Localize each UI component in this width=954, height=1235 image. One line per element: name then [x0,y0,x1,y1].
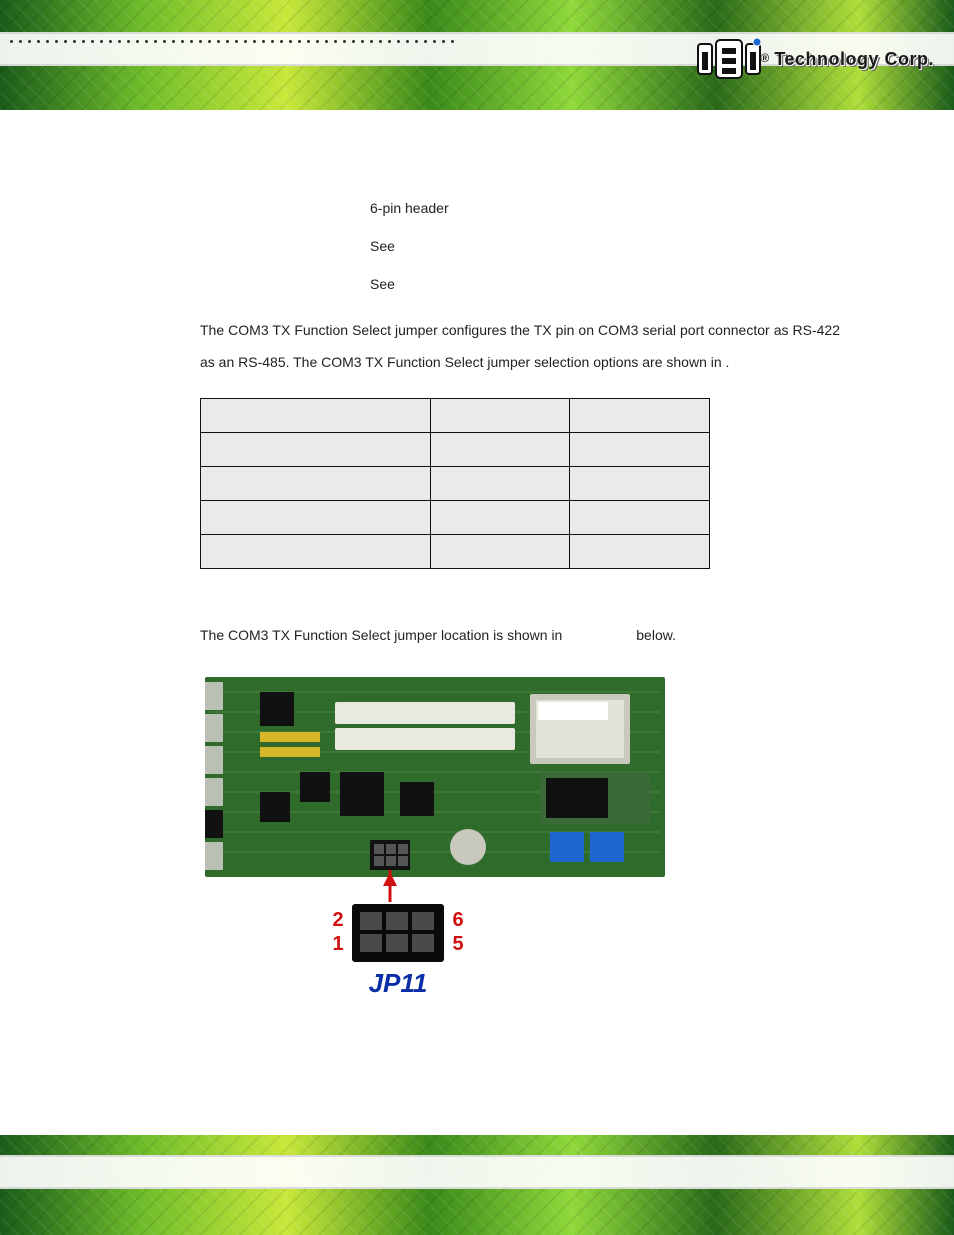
spec-row: See [200,238,840,254]
table-cell [201,467,431,501]
footer-banner [0,1135,954,1235]
table-row [201,433,710,467]
footer-strip [0,1155,954,1189]
table-row [201,467,710,501]
spec-row: 6-pin header [200,200,840,216]
table-row [201,535,710,569]
table-header-row [201,399,710,433]
table-cell [570,535,710,569]
board-figure: 2 1 6 5 JP11 [200,672,670,1002]
brand-name: Technology Corp. [774,49,934,69]
table-cell [570,501,710,535]
pin-label-2: 2 [332,909,343,931]
table-header-cell [570,399,710,433]
table-header-cell [201,399,431,433]
spec-value: 6-pin header [370,200,449,216]
iei-logo-icon [696,38,766,80]
table-cell [201,535,431,569]
motherboard-illustration: 2 1 6 5 JP11 [200,672,670,1002]
spec-label [200,276,370,292]
table-cell [430,501,570,535]
table-cell [570,433,710,467]
description-paragraph-2: The COM3 TX Function Select jumper locat… [200,619,840,651]
table-header-cell [430,399,570,433]
table-row [201,501,710,535]
spec-label [200,238,370,254]
trademark-symbol: ® [760,51,769,65]
spec-row: See [200,276,840,292]
pin-label-6: 6 [452,909,463,931]
table-cell [430,535,570,569]
para2-pre: The COM3 TX Function Select jumper locat… [200,627,566,643]
jumper-name-label: JP11 [369,968,428,998]
table-cell [201,433,431,467]
header-banner: ® Technology Corp. [0,0,954,110]
para2-post: below. [632,627,676,643]
pin-label-5: 5 [452,933,463,955]
description-paragraph-1: The COM3 TX Function Select jumper confi… [200,314,840,378]
page-content: 6-pin header See See The COM3 TX Functio… [200,200,840,1002]
spec-label [200,200,370,216]
table-cell [430,467,570,501]
jumper-settings-table [200,398,710,569]
brand-logo-block: ® Technology Corp. [696,38,934,80]
table-cell [430,433,570,467]
table-cell [570,467,710,501]
table-cell [201,501,431,535]
spec-value: See [370,238,395,254]
para1-pre: The COM3 TX Function Select jumper confi… [200,322,840,370]
spec-value: See [370,276,395,292]
para1-post: . [726,354,730,370]
pin-label-1: 1 [332,933,343,955]
